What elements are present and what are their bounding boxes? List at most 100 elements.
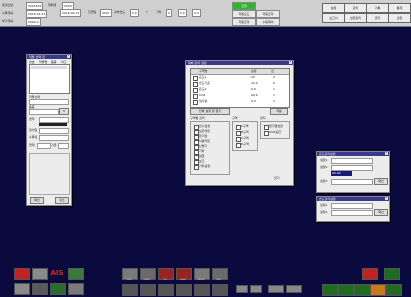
chart-icon[interactable] [68,268,84,280]
row-field[interactable] [37,143,51,149]
cancel-button[interactable]: 취소 [55,197,69,204]
window-title-text: 작물 선택 창 [29,55,45,59]
chevron-down-icon[interactable]: ▾ [59,108,69,115]
open-all-settings-button[interactable]: 전체 설정 창 열기 [190,108,230,115]
close-icon[interactable]: × [289,61,292,64]
mid-cell: 0.0 [130,9,139,17]
toolbar-button[interactable]: 관리 [344,3,367,13]
status-icon[interactable] [386,284,402,296]
row-name: 온도2 [199,87,207,91]
area-label: 면적 [29,117,35,121]
mode-indicator[interactable]: 진행 [232,2,256,10]
table-row[interactable]: 습도기준 12.0 0 [191,81,289,87]
dock-small-icon[interactable] [158,284,174,296]
setting-label: 설정2 [320,165,328,169]
nav-icon[interactable] [236,285,248,293]
table-row[interactable]: 온도1 22 0 [191,75,289,81]
table-row[interactable]: 일사량 0.0 1 [191,99,289,105]
mode-indicator[interactable]: 자동조작 [256,10,280,18]
row-set: 22 [251,75,255,79]
table-row[interactable]: CO2 00.0 1 [191,93,289,99]
status-icon[interactable] [354,284,370,296]
row-field[interactable] [58,143,69,149]
settings-icon[interactable] [32,283,48,295]
confirm-button[interactable]: 확인 [374,209,388,216]
document-icon[interactable] [68,283,84,295]
nav-icon[interactable] [286,285,302,293]
toolbar-button[interactable]: 보고서 [322,13,345,23]
setting-field[interactable] [331,210,373,216]
dock-small-icon[interactable] [176,284,192,296]
crop-field[interactable] [29,99,69,105]
monitor-icon[interactable] [14,283,30,295]
mode-indicator[interactable]: 수동제어 [256,18,280,26]
group-title: 구역 [232,116,238,120]
row-set: 12.0 [251,81,258,85]
close-label[interactable]: 닫기 [274,176,280,180]
confirm-button[interactable]: 확인 [374,178,388,185]
toolbar-button[interactable]: 관리 [366,13,389,23]
status-icon[interactable] [384,268,400,280]
close-icon[interactable]: × [385,197,388,200]
globe-icon[interactable] [50,283,66,295]
window-title-text: 재배 관리 설정 [188,61,207,65]
dock-small-icon[interactable] [140,284,156,296]
group-devices: 환기팬설정 CO2공급 [260,121,290,139]
option-label: D구역 [241,142,249,146]
status-icon[interactable] [362,268,378,280]
mode-indicator[interactable]: 자동조작 [232,18,256,26]
close-icon[interactable]: × [385,152,388,155]
mid-cell: 0007 [100,9,112,17]
window-title: 온도관리설정 × [317,152,389,156]
setting-label: 설정1 [320,158,328,162]
nav-icon[interactable] [268,285,284,293]
dock-small-icon[interactable] [122,284,138,296]
stat-label-1b: 재배계 [48,3,57,7]
setting-label: 설정1 [320,203,328,207]
dock-label: INFO [216,279,222,281]
humidity-settings-window: 습도관리설정 × 설정1 설정2 확인 [316,196,390,222]
row-val: 1 [273,87,275,91]
dock-small-icon[interactable] [194,284,210,296]
status-icon[interactable] [338,284,354,296]
separator-bar [39,123,67,126]
window-title: 재배 관리 설정 × [186,61,293,65]
selected-value[interactable]: 00.00 [331,171,352,176]
dock-label: HUMID [143,279,151,281]
toolbar-button[interactable]: 통계 [388,3,411,13]
option-label: C구역 [241,136,249,140]
list-item[interactable] [31,66,67,69]
harvest-date-field[interactable] [39,135,69,141]
toolbar-button[interactable]: 설정관리 [344,13,367,23]
nav-icon[interactable] [250,285,262,293]
row-checkbox[interactable] [193,100,198,105]
toolbar-button[interactable]: 설정 [388,13,411,23]
table-row[interactable]: 온도2 0.0 1 [191,87,289,93]
ais-logo[interactable]: AIS [50,268,64,278]
row-val: 0 [273,81,275,85]
setting-field[interactable] [331,203,373,209]
option-label: 난방기 [199,144,208,148]
row-set: 0.0 [251,99,256,103]
status-icon[interactable] [322,284,338,296]
setting-field[interactable] [331,158,373,164]
window-title-text: 습도관리설정 [319,197,336,201]
column-header: 값 [271,69,274,73]
row-set: 00.0 [251,93,258,97]
tools-icon[interactable] [32,268,48,280]
close-icon[interactable]: × [67,55,70,58]
plant-date-field[interactable] [39,128,69,134]
mode-indicator[interactable]: 자동모드 [232,10,256,18]
status-icon[interactable] [370,284,386,296]
crop-list[interactable] [29,64,70,94]
row-name: 습도기준 [199,81,211,85]
dock-small-icon[interactable] [212,284,228,296]
dock-label: CO2 [162,279,168,281]
ok-button[interactable]: 확인 [30,197,44,204]
graph-icon[interactable] [14,268,30,280]
setting-field[interactable] [331,179,373,185]
variety-field[interactable] [29,109,59,115]
toolbar-button[interactable]: 기록 [366,3,389,13]
apply-button[interactable]: 적용 [270,108,288,115]
toolbar-button[interactable]: 설정 [322,3,345,13]
